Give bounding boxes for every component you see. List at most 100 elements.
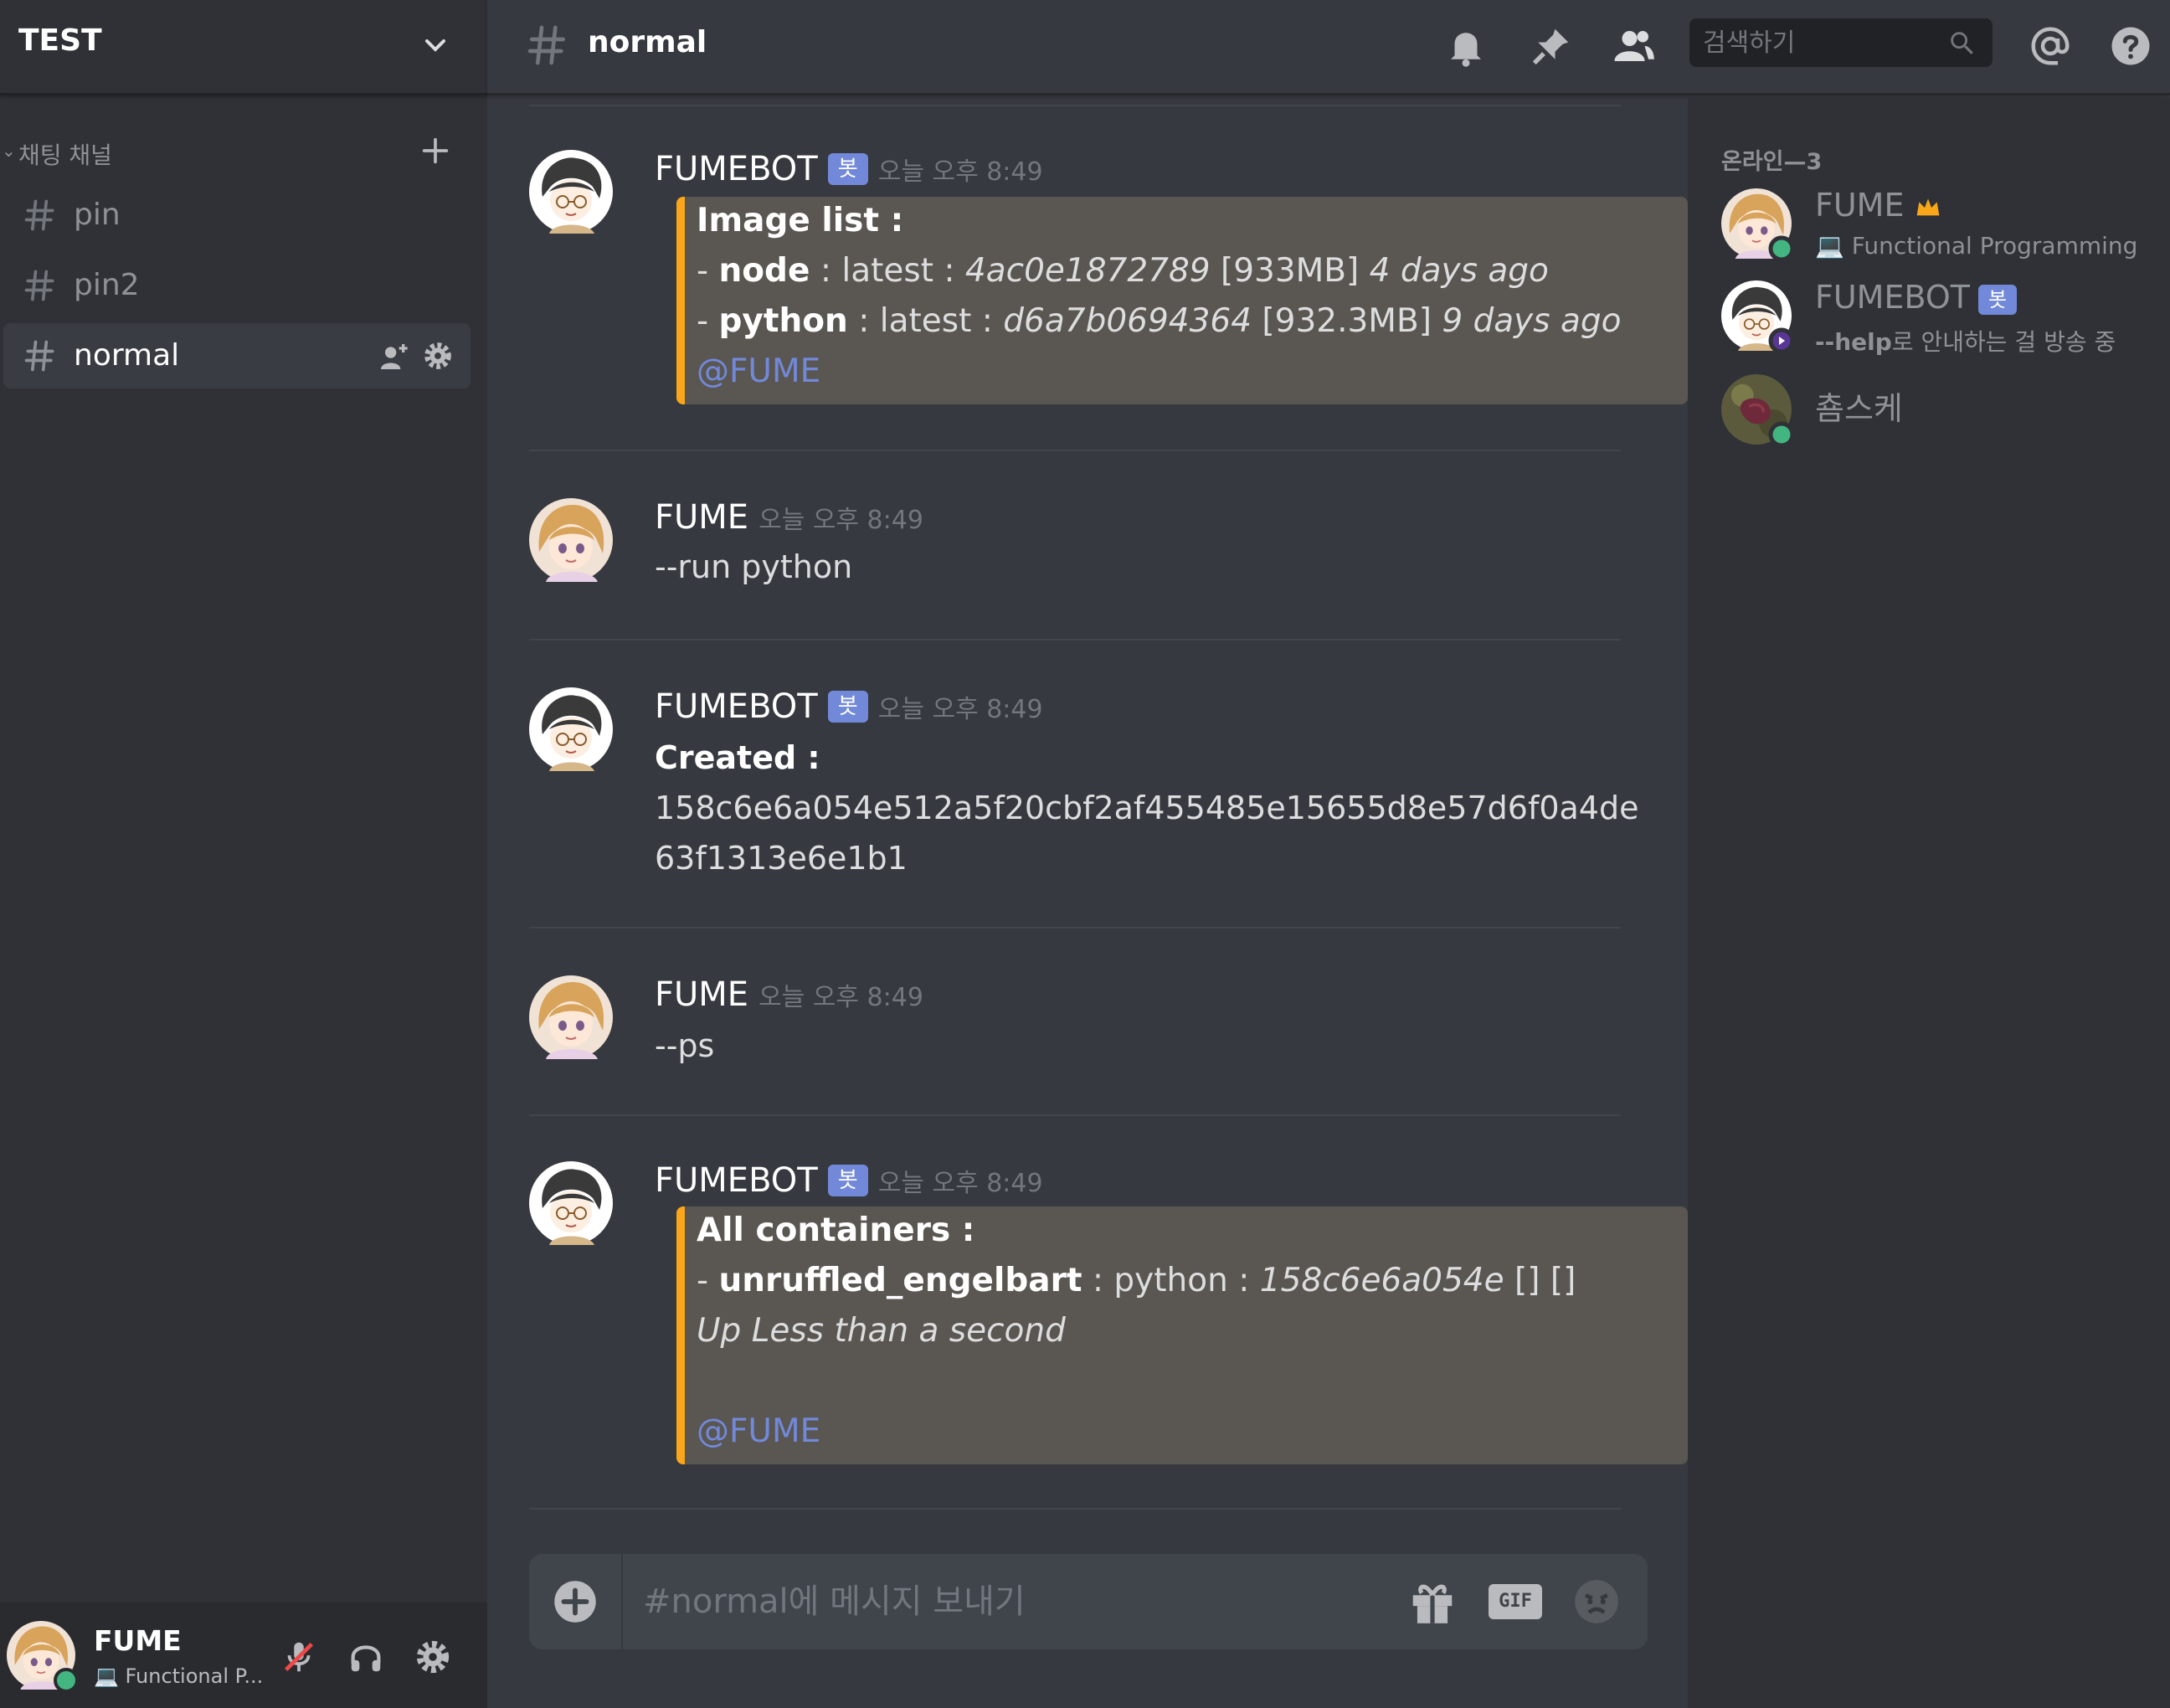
- message-divider: [529, 927, 1621, 929]
- embed-title: Image list :: [697, 202, 904, 239]
- message-header: FUME 오늘 오후 8:49: [655, 975, 923, 1014]
- add-channel-icon[interactable]: [419, 134, 452, 167]
- hash-icon: [22, 265, 59, 306]
- avatar[interactable]: [529, 150, 613, 234]
- message-text: 158c6e6a054e512a5f20cbf2af455485e15655d8…: [655, 790, 1639, 826]
- embed-title: All containers :: [697, 1212, 975, 1249]
- message: FUMEBOT 봇 오늘 오후 8:49 Created : 158c6e6a054…: [529, 687, 1651, 888]
- author-name[interactable]: FUMEBOT: [655, 687, 818, 726]
- message: FUMEBOT 봇 오늘 오후 8:49 Image list : - node :…: [529, 150, 1688, 502]
- user-panel: FUME 💻 Functional P...: [0, 1603, 487, 1708]
- timestamp: 오늘 오후 8:49: [758, 506, 923, 535]
- member-item-fumebot[interactable]: FUMEBOT 봇 --help로 안내하는 걸 방송 중: [1721, 279, 2157, 361]
- channel-settings-gear-icon[interactable]: [422, 340, 454, 372]
- member-status: 💻 Functional Programming: [1815, 232, 2138, 260]
- timestamp: 오늘 오후 8:49: [877, 157, 1043, 187]
- message-header: FUME 오늘 오후 8:49: [655, 498, 923, 537]
- mention[interactable]: @FUME: [697, 352, 820, 390]
- embed-row: - python : latest : d6a7b0694364 [932.3M…: [697, 302, 1622, 340]
- author-name[interactable]: FUME: [655, 498, 748, 537]
- hash-icon: [22, 194, 59, 236]
- user-settings-gear-icon[interactable]: [414, 1638, 452, 1676]
- user-custom-status: 💻 Functional P...: [94, 1664, 264, 1688]
- bot-tag: 봇: [1978, 284, 2017, 315]
- message-heading: Created :: [655, 739, 820, 776]
- search-box[interactable]: [1689, 18, 1993, 67]
- laptop-emoji-icon: 💻: [1815, 232, 1844, 260]
- online-status-icon: [54, 1668, 79, 1693]
- channel-label: pin2: [74, 268, 140, 302]
- message-divider: [529, 1114, 1621, 1116]
- bell-icon[interactable]: [1443, 23, 1489, 69]
- emoji-icon[interactable]: [1571, 1576, 1622, 1628]
- pin-icon[interactable]: [1529, 23, 1574, 69]
- message-divider: [529, 1508, 1621, 1510]
- embed-row: - node : latest : 4ac0e1872789 [933MB] 4…: [697, 252, 1549, 290]
- mentions-icon[interactable]: [2028, 23, 2073, 69]
- member-item-fume[interactable]: FUME 💻 Functional Programming: [1721, 187, 2157, 269]
- channel-label: pin: [74, 198, 121, 232]
- member-item-3[interactable]: 춈스케: [1721, 374, 2157, 455]
- member-name: 춈스케: [1815, 390, 1903, 427]
- chevron-down-icon[interactable]: [419, 28, 452, 62]
- category-label: 채팅 채널: [18, 141, 112, 169]
- member-list: 온라인—3 FUME 💻 Functional Programming FUME…: [1688, 98, 2170, 1708]
- hash-icon: [524, 20, 571, 70]
- author-name[interactable]: FUME: [655, 975, 748, 1014]
- embed: All containers : - unruffled_engelbart :…: [676, 1206, 1688, 1464]
- avatar[interactable]: [7, 1621, 79, 1693]
- avatar[interactable]: [529, 498, 613, 582]
- message-list: FUMEBOT 봇 오늘 오후 8:49 Image list : - node :…: [487, 98, 2167, 1597]
- hash-icon: [22, 335, 59, 377]
- gif-label: GIF: [1499, 1591, 1532, 1612]
- gif-button[interactable]: GIF: [1489, 1584, 1542, 1619]
- member-list-icon[interactable]: [1611, 23, 1656, 69]
- bot-tag: 봇: [827, 1165, 868, 1196]
- mute-microphone-icon[interactable]: [280, 1638, 318, 1676]
- upload-plus-icon[interactable]: [553, 1579, 598, 1624]
- message-text: 63f1313e6e1b1: [655, 840, 908, 877]
- author-name[interactable]: FUMEBOT: [655, 1161, 818, 1200]
- embed-row: - unruffled_engelbart : python : 158c6e6…: [697, 1262, 1576, 1299]
- timestamp: 오늘 오후 8:49: [877, 1169, 1043, 1198]
- bot-tag: 봇: [827, 691, 868, 723]
- online-status-icon: [1768, 421, 1795, 448]
- message-input[interactable]: [643, 1572, 1363, 1631]
- timestamp: 오늘 오후 8:49: [758, 983, 923, 1012]
- message-header: FUMEBOT 봇 오늘 오후 8:49: [655, 1161, 1043, 1200]
- collapse-arrow-icon[interactable]: ⌄: [2, 141, 16, 161]
- timestamp: 오늘 오후 8:49: [877, 695, 1043, 724]
- search-icon[interactable]: [1947, 28, 1976, 57]
- invite-user-icon[interactable]: [377, 340, 410, 373]
- avatar[interactable]: [529, 1161, 613, 1245]
- server-name: TEST: [18, 23, 102, 58]
- composer-divider: [621, 1554, 623, 1649]
- channel-item-pin2[interactable]: pin2: [3, 253, 471, 318]
- message-divider: [529, 105, 1621, 106]
- bot-tag: 봇: [827, 153, 868, 185]
- crown-icon: [1916, 198, 1939, 215]
- avatar: [1721, 374, 1795, 448]
- channel-item-normal[interactable]: normal: [3, 323, 471, 388]
- channel-category[interactable]: ⌄ 채팅 채널: [0, 134, 487, 174]
- author-name[interactable]: FUMEBOT: [655, 150, 818, 188]
- help-icon[interactable]: [2108, 23, 2153, 69]
- laptop-emoji-icon: 💻: [94, 1664, 119, 1688]
- server-header[interactable]: TEST: [0, 0, 487, 95]
- channel-sidebar: TEST ⌄ 채팅 채널 pin pin2 normal FUME �: [0, 0, 487, 1708]
- channel-item-pin[interactable]: pin: [3, 183, 471, 248]
- gift-icon[interactable]: [1406, 1576, 1458, 1628]
- streaming-status-icon: [1768, 327, 1795, 354]
- search-input[interactable]: [1689, 18, 1941, 67]
- avatar[interactable]: [529, 687, 613, 771]
- avatar: [1721, 280, 1795, 354]
- mention[interactable]: @FUME: [697, 1412, 820, 1450]
- embed-status: Up Less than a second: [697, 1312, 1066, 1350]
- avatar[interactable]: [529, 975, 613, 1059]
- message-divider: [529, 639, 1621, 640]
- message-divider: [529, 450, 1621, 451]
- headphones-icon[interactable]: [347, 1638, 385, 1676]
- avatar: [1721, 188, 1795, 262]
- message-header: FUMEBOT 봇 오늘 오후 8:49: [655, 687, 1043, 726]
- message: FUME 오늘 오후 8:49 --ps: [529, 975, 1651, 1101]
